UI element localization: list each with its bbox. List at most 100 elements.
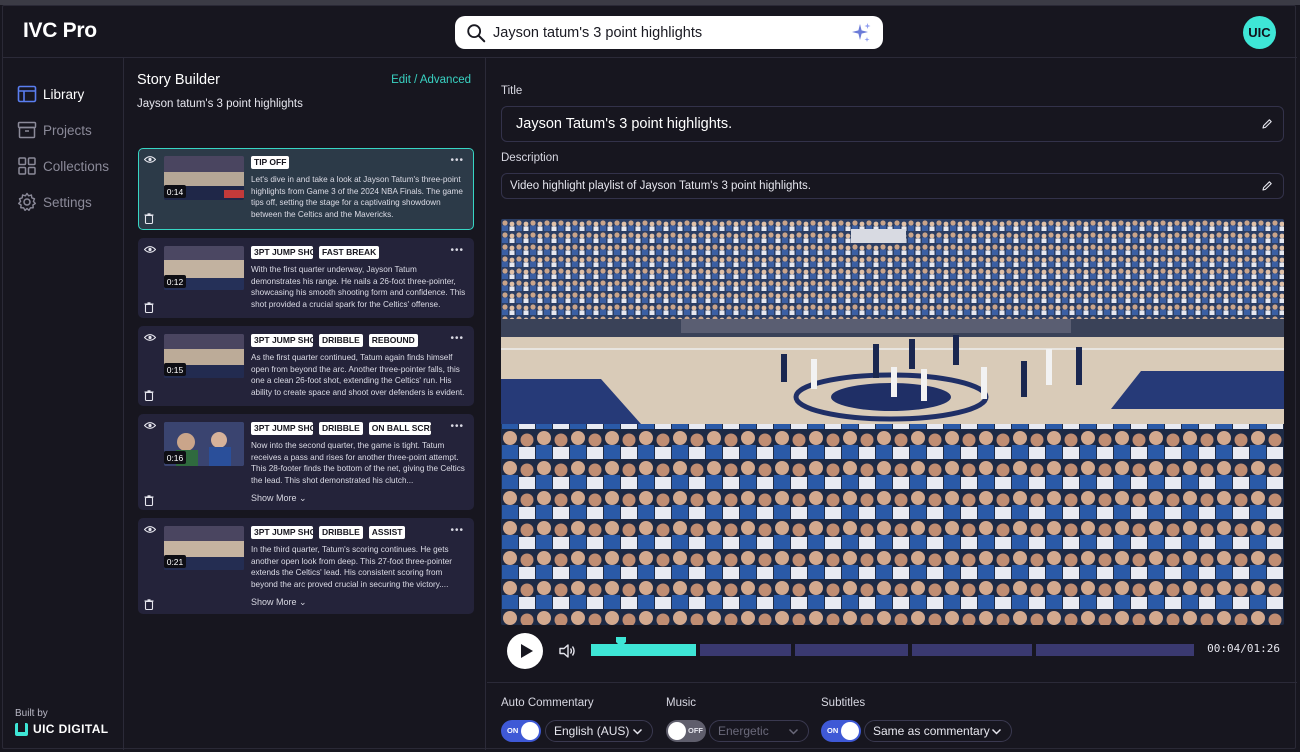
clip-tags: 3PT JUMP SHOT DRIBBLE REBOUND (251, 334, 418, 347)
more-options-icon[interactable]: ••• (450, 421, 464, 432)
sidebar-item-library[interactable]: Library (3, 76, 124, 112)
chevron-down-icon (788, 728, 799, 735)
app-frame: IVC Pro Jayson tatum's 3 point highlight… (2, 5, 1297, 750)
description-input[interactable]: Video highlight playlist of Jayson Tatum… (510, 180, 811, 192)
toggle-knob (668, 722, 686, 740)
select-value: Energetic (718, 724, 769, 738)
toggle-state: OFF (688, 726, 703, 735)
app-logo: IVC Pro (23, 19, 97, 42)
edit-pencil-icon[interactable] (1261, 180, 1273, 192)
more-options-icon[interactable]: ••• (450, 525, 464, 536)
timeline-segment[interactable] (700, 644, 791, 656)
clip-tag: TIP OFF (251, 156, 290, 169)
trash-icon[interactable] (144, 390, 154, 401)
search-bar[interactable]: Jayson tatum's 3 point highlights (455, 16, 883, 49)
clip-tag: 3PT JUMP SHOT (251, 246, 313, 259)
trash-icon[interactable] (144, 495, 154, 506)
subtitles-language-select[interactable]: Same as commentary (864, 720, 1012, 742)
ai-sparkle-icon[interactable] (849, 21, 873, 45)
eye-icon[interactable] (144, 421, 156, 430)
clip-card[interactable]: 0:21 3PT JUMP SHOT DRIBBLE ASSIST ••• In… (138, 518, 474, 614)
play-button[interactable] (507, 633, 543, 669)
story-builder-panel: Story Builder Edit / Advanced Jayson tat… (125, 58, 486, 750)
play-icon (521, 644, 533, 658)
main-editor: Title Jayson Tatum's 3 point highlights.… (487, 58, 1297, 750)
more-options-icon[interactable]: ••• (450, 245, 464, 256)
clip-duration: 0:16 (164, 451, 186, 464)
commentary-language-select[interactable]: English (AUS) (545, 720, 653, 742)
audio-settings-bar: Auto Commentary ON English (AUS) Music O… (487, 682, 1297, 750)
subtitles-toggle[interactable]: ON (821, 720, 861, 742)
toggle-state: ON (507, 726, 519, 735)
clip-duration: 0:12 (164, 275, 186, 288)
clip-tag: REBOUND (368, 334, 418, 347)
chevron-down-icon (632, 728, 643, 735)
time-readout: 00:04/01:26 (1207, 642, 1280, 655)
sidebar-item-collections[interactable]: Collections (3, 148, 124, 184)
sidebar-item-projects[interactable]: Projects (3, 112, 124, 148)
search-input[interactable]: Jayson tatum's 3 point highlights (493, 25, 849, 41)
timeline-segment[interactable] (911, 644, 1032, 656)
clip-tags: 3PT JUMP SHOT FAST BREAK (251, 246, 380, 259)
eye-icon[interactable] (144, 525, 156, 534)
clip-duration: 0:15 (164, 363, 186, 376)
timeline-segment[interactable] (1035, 644, 1194, 656)
more-options-icon[interactable]: ••• (450, 155, 464, 166)
timeline-segment[interactable] (794, 644, 908, 656)
title-label: Title (501, 85, 523, 97)
trash-icon[interactable] (144, 302, 154, 313)
more-options-icon[interactable]: ••• (450, 333, 464, 344)
eye-icon[interactable] (144, 155, 156, 164)
story-builder-title: Story Builder (137, 72, 221, 88)
trash-icon[interactable] (144, 213, 154, 224)
clip-card[interactable]: 0:16 3PT JUMP SHOT DRIBBLE ON BALL SCRE … (138, 414, 474, 510)
auto-commentary-label: Auto Commentary (501, 697, 594, 709)
sidebar-item-label: Projects (43, 122, 92, 138)
show-more-button[interactable]: Show More ⌄ (251, 493, 307, 504)
chevron-down-icon: ⌄ (299, 493, 307, 503)
clip-tag: DRIBBLE (319, 526, 363, 539)
brand-mark-icon (15, 722, 28, 736)
brand-name: UIC DIGITAL (33, 722, 109, 736)
eye-icon[interactable] (144, 245, 156, 254)
clip-card[interactable]: 0:12 3PT JUMP SHOT FAST BREAK ••• With t… (138, 238, 474, 318)
title-field[interactable]: Jayson Tatum's 3 point highlights. (501, 106, 1284, 142)
music-toggle[interactable]: OFF (666, 720, 706, 742)
library-icon (17, 85, 37, 103)
description-field[interactable]: Video highlight playlist of Jayson Tatum… (501, 173, 1284, 199)
show-more-button[interactable]: Show More ⌄ (251, 597, 307, 608)
sidebar-item-settings[interactable]: Settings (3, 184, 124, 220)
eye-icon[interactable] (144, 333, 156, 342)
edit-pencil-icon[interactable] (1261, 118, 1273, 130)
built-by-label: Built by (15, 708, 48, 719)
show-more-label: Show More (251, 493, 297, 503)
clip-tags: TIP OFF (251, 156, 290, 169)
clip-description: With the first quarter underway, Jayson … (251, 265, 466, 309)
timeline-segment-active (591, 644, 697, 656)
clip-card[interactable]: 0:15 3PT JUMP SHOT DRIBBLE REBOUND ••• A… (138, 326, 474, 406)
volume-icon[interactable] (557, 641, 577, 661)
auto-commentary-toggle[interactable]: ON (501, 720, 541, 742)
sidebar-item-label: Library (43, 86, 85, 102)
playhead-handle[interactable] (616, 637, 627, 647)
brand-logo: UIC DIGITAL (15, 722, 109, 736)
video-frame-image (501, 219, 1284, 625)
clip-tag: FAST BREAK (319, 246, 380, 259)
music-style-select[interactable]: Energetic (709, 720, 809, 742)
video-player-frame[interactable] (501, 219, 1284, 625)
timeline-track[interactable] (591, 637, 1194, 656)
trash-icon[interactable] (144, 599, 154, 610)
clip-tags: 3PT JUMP SHOT DRIBBLE ON BALL SCRE (251, 422, 431, 435)
toggle-knob (521, 722, 539, 740)
music-label: Music (666, 697, 697, 709)
clip-tags: 3PT JUMP SHOT DRIBBLE ASSIST (251, 526, 406, 539)
edit-advanced-link[interactable]: Edit / Advanced (391, 74, 471, 86)
collections-icon (18, 157, 36, 175)
description-label: Description (501, 152, 559, 164)
clip-card[interactable]: 0:14 TIP OFF ••• Let's dive in and take … (138, 148, 474, 230)
title-input[interactable]: Jayson Tatum's 3 point highlights. (516, 116, 732, 132)
clip-list: 0:14 TIP OFF ••• Let's dive in and take … (138, 148, 474, 622)
user-avatar[interactable]: UIC (1243, 16, 1276, 49)
sidebar: Library Projects Collections Settings Bu… (3, 58, 124, 750)
settings-icon (18, 192, 36, 211)
